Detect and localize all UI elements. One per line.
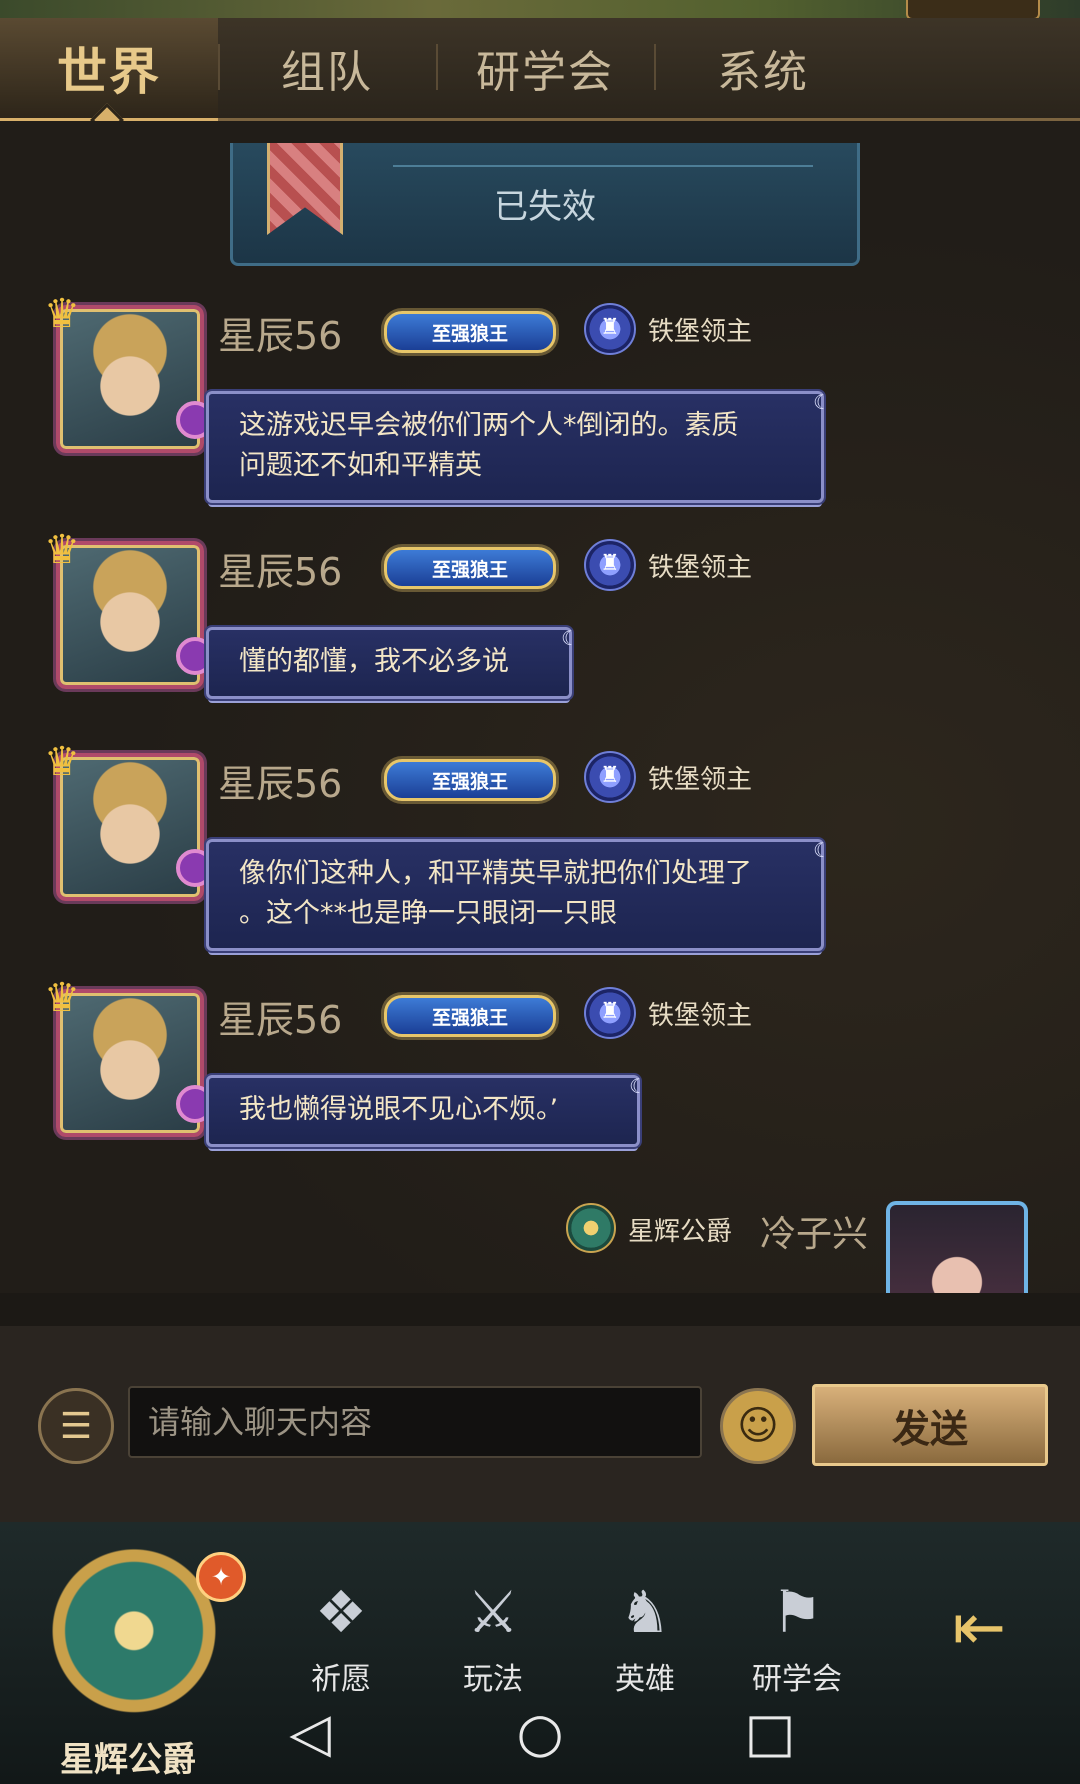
title-badge: 至强狼王 — [384, 995, 556, 1037]
bottom-navigation: ✦ 星辉公爵 ❖ 祈愿 ⚔ 玩法 ♞ 英雄 ⚑ 研学会 ⇤ ◁ ○ □ — [0, 1522, 1080, 1784]
rank-shield-icon: ♜ — [584, 539, 636, 591]
crown-icon: ♛ — [44, 527, 80, 573]
nav-item-hero[interactable]: ♞ 英雄 — [590, 1572, 700, 1697]
home-button[interactable]: ○ — [500, 1692, 580, 1772]
send-button[interactable]: 发送 — [812, 1384, 1048, 1466]
nav-item-gameplay[interactable]: ⚔ 玩法 — [438, 1572, 548, 1697]
home-circle-icon: ○ — [516, 1700, 564, 1764]
guild-name: 星辉公爵 — [60, 1740, 196, 1780]
recents-square-icon: □ — [744, 1700, 796, 1764]
tab-system[interactable]: 系统 — [654, 18, 872, 118]
rank-name: 铁堡领主 — [648, 1001, 753, 1031]
message-line: 懂的都懂，我不必多说 — [239, 646, 509, 677]
rank-shield-icon: ♜ — [584, 303, 636, 355]
gameplay-icon: ⚔ — [467, 1578, 519, 1646]
sender-name[interactable]: 冷子兴 — [760, 1205, 868, 1257]
collapse-left-icon: ⇤ — [952, 1591, 1006, 1665]
moon-corner-icon: ☾ — [629, 1074, 647, 1098]
channel-tab-bar: 世界 组队 研学会 系统 — [0, 18, 1080, 121]
chat-input[interactable] — [128, 1386, 702, 1458]
own-chat-message: 星辉公爵 冷子兴 — [0, 1191, 1080, 1293]
moon-corner-icon: ☾ — [561, 626, 579, 650]
avatar[interactable] — [886, 1201, 1028, 1293]
top-right-button[interactable] — [906, 0, 1040, 20]
rank-shield-icon: ♜ — [584, 987, 636, 1039]
sender-name[interactable]: 星辰56 — [218, 753, 342, 808]
recents-button[interactable]: □ — [730, 1692, 810, 1772]
collapse-menu-button[interactable]: ⇤ — [934, 1592, 1024, 1664]
expired-invite-card: 已失效 — [230, 143, 860, 266]
guild-banner-icon: ⚑ — [771, 1578, 823, 1646]
gift-icon[interactable]: ✦ — [196, 1552, 246, 1602]
rank-name: 铁堡领主 — [648, 553, 753, 583]
message-bubble[interactable]: ☾ 这游戏迟早会被你们两个人*倒闭的。素质 问题还不如和平精英 — [206, 390, 831, 503]
tab-team[interactable]: 组队 — [218, 18, 436, 118]
tab-world[interactable]: 世界 — [0, 18, 218, 121]
hero-icon: ♞ — [619, 1578, 671, 1646]
chat-menu-button[interactable]: ☰ — [38, 1388, 114, 1464]
crown-icon: ♛ — [44, 975, 80, 1021]
message-bubble[interactable]: ☾ 懂的都懂，我不必多说 — [206, 626, 579, 699]
nav-item-label: 英雄 — [615, 1662, 675, 1697]
moon-corner-icon: ☾ — [813, 390, 831, 414]
message-line: 我也懒得说眼不见心不烦。’ — [239, 1094, 559, 1125]
nav-item-guild[interactable]: ⚑ 研学会 — [742, 1572, 852, 1697]
emoji-icon: ☺ — [737, 1403, 779, 1449]
title-badge: 至强狼王 — [384, 759, 556, 801]
crown-icon: ♛ — [44, 291, 80, 337]
back-button[interactable]: ◁ — [270, 1692, 350, 1772]
sender-name[interactable]: 星辰56 — [218, 541, 342, 596]
duke-rank-icon — [566, 1203, 616, 1253]
message-bubble[interactable]: ☾ 我也懒得说眼不见心不烦。’ — [206, 1074, 647, 1147]
expired-status: 已失效 — [494, 187, 596, 227]
message-line: 。这个**也是睁一只眼闭一只眼 — [239, 898, 617, 929]
title-badge: 至强狼王 — [384, 547, 556, 589]
chat-input-bar: ☰ ☺ 发送 — [0, 1326, 1080, 1522]
rank-shield-icon: ♜ — [584, 751, 636, 803]
sender-name[interactable]: 星辰56 — [218, 305, 342, 360]
title-badge: 至强狼王 — [384, 311, 556, 353]
rank-name: 铁堡领主 — [648, 765, 753, 795]
emoji-button[interactable]: ☺ — [720, 1388, 796, 1464]
message-line: 这游戏迟早会被你们两个人*倒闭的。素质 — [239, 410, 739, 441]
avatar[interactable]: ♛ — [44, 739, 214, 901]
sender-name[interactable]: 星辰56 — [218, 989, 342, 1044]
tab-guild[interactable]: 研学会 — [436, 18, 654, 118]
avatar[interactable]: ♛ — [44, 291, 214, 453]
rank-name: 星辉公爵 — [628, 1217, 733, 1247]
back-triangle-icon: ◁ — [289, 1700, 331, 1764]
wish-icon: ❖ — [315, 1578, 367, 1646]
message-bubble[interactable]: ☾ 像你们这种人，和平精英早就把你们处理了 。这个**也是睁一只眼闭一只眼 — [206, 838, 831, 951]
rank-name: 铁堡领主 — [648, 317, 753, 347]
avatar[interactable]: ♛ — [44, 527, 214, 689]
avatar[interactable]: ♛ — [44, 975, 214, 1137]
nav-item-wish[interactable]: ❖ 祈愿 — [286, 1572, 396, 1697]
chat-message-list[interactable]: 已失效 ♛ 星辰56 至强狼王 ♜ 铁堡领主 ☾ 这游戏迟早会被你们两个人*倒闭… — [0, 121, 1080, 1293]
top-banner-art — [0, 0, 1080, 20]
menu-icon: ☰ — [59, 1405, 93, 1447]
guild-emblem-icon[interactable]: ✦ — [24, 1530, 246, 1740]
crown-icon: ♛ — [44, 739, 80, 785]
message-line: 像你们这种人，和平精英早就把你们处理了 — [239, 858, 752, 889]
divider — [393, 165, 813, 167]
message-line: 问题还不如和平精英 — [239, 450, 482, 481]
moon-corner-icon: ☾ — [813, 838, 831, 862]
